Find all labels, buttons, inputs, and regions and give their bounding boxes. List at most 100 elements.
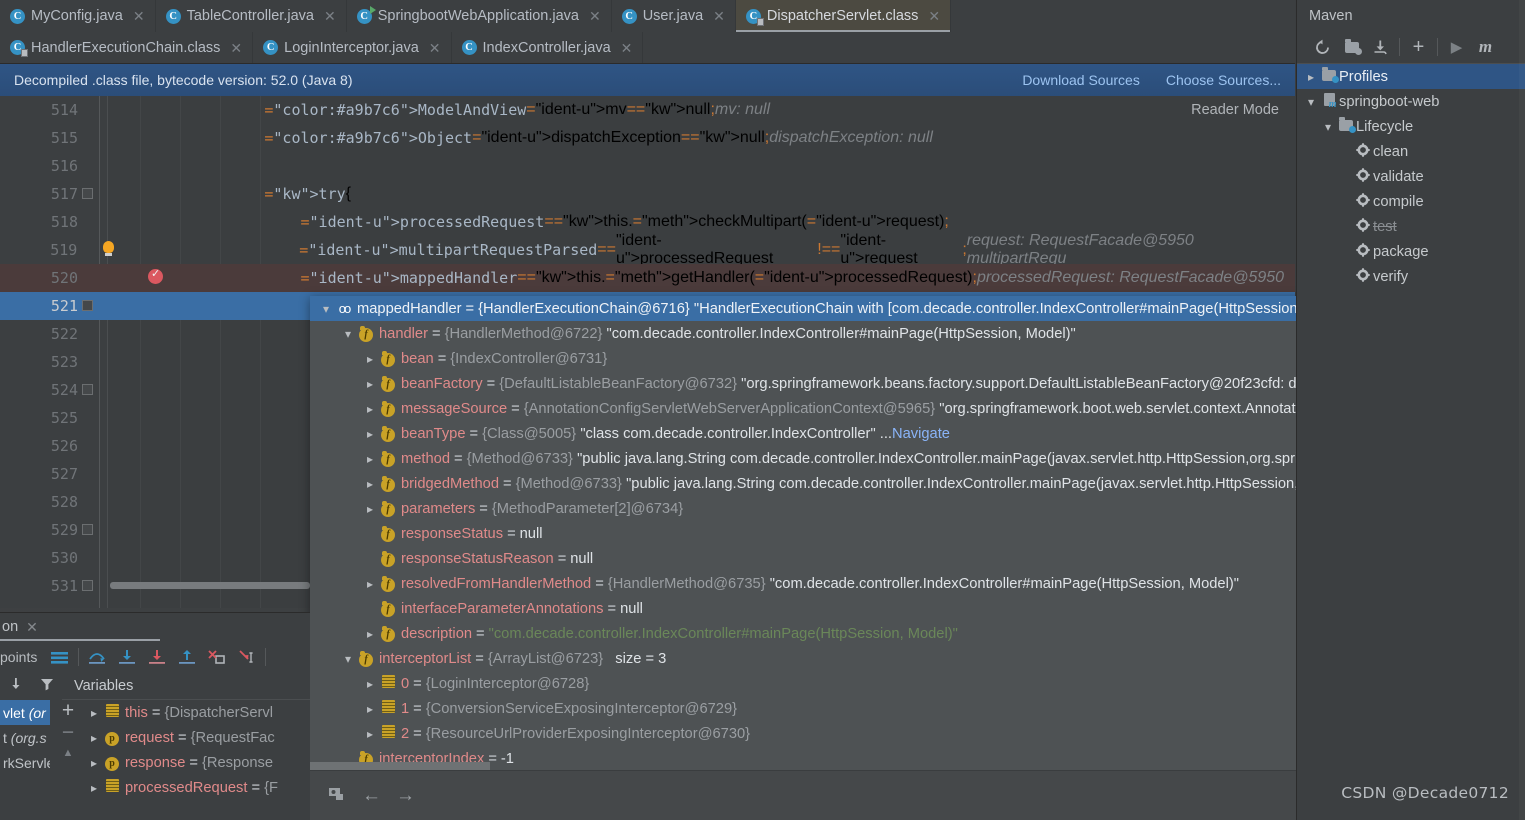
breakpoints-icon[interactable] (45, 642, 75, 672)
line-gutter[interactable] (86, 124, 146, 152)
maven-tree-node[interactable]: verify (1297, 264, 1525, 289)
remove-icon[interactable]: − (62, 722, 74, 743)
filter-icon[interactable] (39, 676, 55, 697)
close-icon[interactable]: ✕ (133, 9, 145, 23)
debug-toolbar[interactable]: points (0, 642, 310, 672)
chevron-right-icon[interactable]: ▸ (86, 706, 102, 720)
close-icon[interactable]: ✕ (928, 9, 940, 23)
run-icon[interactable]: ▶ (1443, 34, 1470, 61)
code-line[interactable]: 516 (0, 152, 1295, 180)
add-icon[interactable]: + (1405, 34, 1432, 61)
maven-tree-node[interactable]: clean (1297, 139, 1525, 164)
run-to-cursor-icon[interactable] (232, 642, 262, 672)
fold-marker-icon[interactable] (82, 524, 93, 535)
line-gutter[interactable] (86, 208, 146, 236)
line-gutter[interactable] (85, 236, 144, 264)
step-out-icon[interactable] (172, 642, 202, 672)
sort-icon[interactable] (8, 676, 24, 697)
editor-horizontal-scrollbar[interactable] (110, 582, 310, 589)
chevron-right-icon[interactable]: ▸ (362, 677, 378, 691)
chevron-down-icon[interactable]: ▾ (340, 652, 356, 666)
chevron-right-icon[interactable]: ▸ (362, 627, 378, 641)
line-gutter[interactable] (86, 348, 146, 376)
line-gutter[interactable] (86, 152, 146, 180)
step-over-icon[interactable] (82, 642, 112, 672)
line-gutter[interactable] (86, 264, 163, 292)
close-icon[interactable]: ✕ (589, 9, 601, 23)
chevron-right-icon[interactable]: ▸ (362, 402, 378, 416)
download-sources-link[interactable]: Download Sources (1022, 72, 1140, 88)
close-icon[interactable]: ✕ (429, 41, 441, 55)
code-line[interactable]: 520 ="ident-u">mappedHandler = ="kw">thi… (0, 264, 1295, 292)
reader-mode-label[interactable]: Reader Mode (1191, 102, 1279, 118)
maven-tree-node[interactable]: compile (1297, 189, 1525, 214)
tree-horizontal-scrollbar[interactable] (310, 762, 490, 770)
editor-tab[interactable]: C TableController.java ✕ (156, 0, 347, 32)
debug-tool-window[interactable]: on ✕ points Variables vlet (or t (org.s … (0, 612, 310, 820)
chevron-right-icon[interactable]: ▸ (1303, 70, 1319, 84)
maven-tree-node[interactable]: ▾ Lifecycle (1297, 114, 1525, 139)
code-line[interactable]: 514 ="color:#a9b7c6">ModelAndView = "iden… (0, 96, 1295, 124)
close-icon[interactable]: ✕ (621, 41, 633, 55)
line-gutter[interactable] (82, 516, 146, 544)
close-icon[interactable]: ✕ (324, 9, 336, 23)
chevron-down-icon[interactable]: ▾ (318, 302, 334, 316)
maven-tree-node[interactable]: package (1297, 239, 1525, 264)
choose-sources-link[interactable]: Choose Sources... (1166, 72, 1281, 88)
line-gutter[interactable] (86, 460, 146, 488)
chevron-right-icon[interactable]: ▸ (86, 781, 102, 795)
editor-tab[interactable]: C MyConfig.java ✕ (0, 0, 156, 32)
variable-row[interactable]: ▸ p request = {RequestFac (86, 725, 310, 750)
code-line[interactable]: 517 ="kw">try { (0, 180, 1295, 208)
debug-tab[interactable]: on ✕ (0, 613, 290, 641)
line-gutter[interactable] (86, 404, 146, 432)
drop-frame-icon[interactable] (202, 642, 232, 672)
fold-marker-icon[interactable] (82, 580, 93, 591)
line-gutter[interactable] (82, 292, 146, 320)
close-icon[interactable]: ✕ (230, 41, 242, 55)
maven-tree-node[interactable]: test (1297, 214, 1525, 239)
fold-marker-icon[interactable] (82, 384, 93, 395)
chevron-right-icon[interactable]: ▸ (362, 352, 378, 366)
chevron-right-icon[interactable]: ▸ (362, 702, 378, 716)
back-arrow-icon[interactable]: ← (362, 785, 381, 807)
forward-arrow-icon[interactable]: → (396, 785, 415, 807)
code-line[interactable]: 519 ="ident-u">multipartRequestParsed = … (0, 232, 1295, 267)
line-gutter[interactable] (86, 432, 146, 460)
restore-layout-icon[interactable] (328, 785, 348, 809)
frames-toolbar[interactable] (0, 672, 62, 700)
editor-tab[interactable]: C DispatcherServlet.class ✕ (735, 0, 952, 32)
chevron-right-icon[interactable]: ▸ (362, 577, 378, 591)
variables-list[interactable]: ▸ this = {DispatcherServl ▸ p request = {Request… (86, 700, 310, 820)
editor-tab[interactable]: C LoginInterceptor.java ✕ (253, 32, 452, 63)
maven-tree-node[interactable]: validate (1297, 164, 1525, 189)
variable-row[interactable]: ▸ processedRequest = {F (86, 775, 310, 800)
line-gutter[interactable] (82, 376, 146, 404)
maven-tree-node[interactable]: ▾ springboot-web (1297, 89, 1525, 114)
line-gutter[interactable] (86, 320, 146, 348)
variable-row[interactable]: ▸ this = {DispatcherServl (86, 700, 310, 725)
maven-toolbar[interactable]: + ▶ m (1297, 31, 1525, 64)
fold-marker-icon[interactable] (82, 188, 93, 199)
force-step-into-icon[interactable] (142, 642, 172, 672)
fold-marker-icon[interactable] (82, 300, 93, 311)
chevron-right-icon[interactable]: ▸ (362, 477, 378, 491)
close-icon[interactable]: ✕ (713, 9, 725, 23)
breakpoint-icon[interactable] (148, 267, 163, 284)
maven-tool-window[interactable]: Maven + ▶ m ▸Profiles▾springboot-web▾Lif… (1296, 0, 1525, 820)
close-icon[interactable]: ✕ (26, 619, 38, 636)
chevron-right-icon[interactable]: ▸ (362, 727, 378, 741)
reload-icon[interactable] (1309, 34, 1336, 61)
up-icon[interactable]: ▲ (63, 747, 74, 759)
generate-sources-icon[interactable] (1338, 34, 1365, 61)
code-line[interactable]: 515 ="color:#a9b7c6">Object = "ident-u">d… (0, 124, 1295, 152)
chevron-right-icon[interactable]: ▸ (362, 427, 378, 441)
chevron-right-icon[interactable]: ▸ (86, 731, 102, 745)
chevron-right-icon[interactable]: ▸ (362, 452, 378, 466)
variables-side-toolbar[interactable]: + − ▲ (50, 700, 86, 820)
editor-tab[interactable]: C SpringbootWebApplication.java ✕ (347, 0, 612, 32)
editor-tab[interactable]: C IndexController.java ✕ (452, 32, 644, 63)
chevron-right-icon[interactable]: ▸ (362, 502, 378, 516)
maven-tree-node[interactable]: ▸ Profiles (1297, 64, 1525, 89)
variable-row[interactable]: ▸ p response = {Response (86, 750, 310, 775)
